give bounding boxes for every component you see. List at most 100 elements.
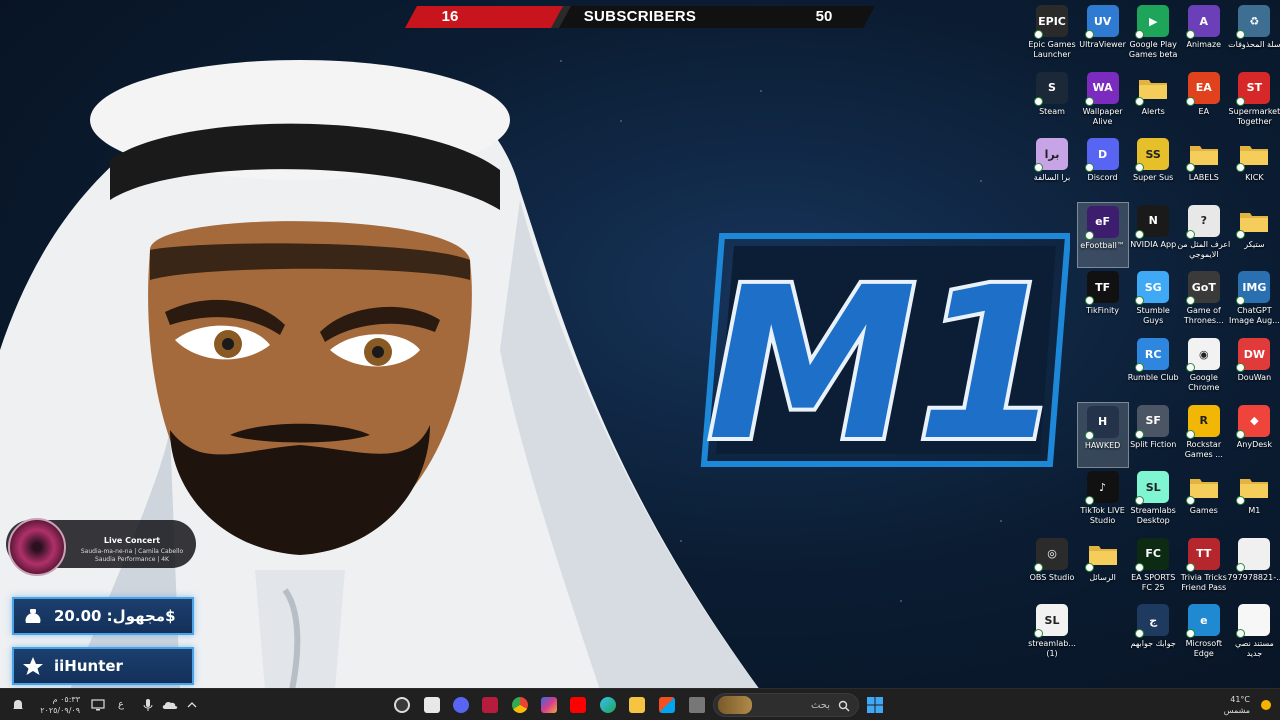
desktop-icon-label: الرسائل xyxy=(1089,572,1116,582)
desktop-icon-streamlabs[interactable]: SL streamlab... (1) xyxy=(1026,601,1078,667)
desktop-icon-super-sus[interactable]: SS Super Sus xyxy=(1127,135,1179,201)
subscriber-counter: 16 SUBSCRIBERS 50 xyxy=(405,6,875,28)
display-icon[interactable] xyxy=(86,693,110,717)
desktop-icon-image-file[interactable]: IMG ChatGPT Image Aug... xyxy=(1228,268,1280,334)
sync-status-icon xyxy=(1135,296,1145,306)
start-button[interactable] xyxy=(863,693,887,717)
supermarket-together-icon: ST xyxy=(1236,71,1271,106)
weather-temperature[interactable]: 41°C xyxy=(1222,695,1250,704)
taskbar-search-box[interactable]: بحث xyxy=(713,693,859,717)
microphone-icon[interactable] xyxy=(136,693,160,717)
notification-icon[interactable] xyxy=(6,693,30,717)
folder-icon xyxy=(1185,471,1220,506)
desktop-icon-animaze[interactable]: A Animaze xyxy=(1178,2,1230,68)
desktop-icon-label: Games xyxy=(1189,506,1218,516)
desktop-icon-obs[interactable]: ◎ OBS Studio xyxy=(1026,535,1078,601)
follower-alert: iiHunter xyxy=(12,647,194,685)
desktop-icon-ultraviewer[interactable]: UV UltraViewer xyxy=(1077,2,1129,68)
desktop-icon-streamlabs[interactable]: SL Streamlabs Desktop xyxy=(1127,468,1179,534)
desktop-icon-supermarket-together[interactable]: ST Supermarket Together xyxy=(1228,69,1280,135)
sync-status-icon xyxy=(1084,96,1094,106)
sync-status-icon xyxy=(1135,496,1145,506)
desktop-icon-game-shortcut[interactable]: ج جوابك جوابهم xyxy=(1127,601,1179,667)
m1-logo: M1 xyxy=(700,233,1070,468)
subscriber-label: SUBSCRIBERS xyxy=(583,8,697,25)
desktop-icon-chrome[interactable]: ◉ Google Chrome xyxy=(1178,335,1230,401)
desktop-icon-document[interactable]: 797978821-... xyxy=(1227,535,1280,601)
desktop-icon-wallpaper-alive[interactable]: WA Wallpaper Alive xyxy=(1077,69,1129,135)
sync-status-icon xyxy=(1034,562,1043,572)
onedrive-cloud-icon[interactable] xyxy=(158,693,182,717)
desktop-icon-discord[interactable]: D Discord xyxy=(1077,135,1129,201)
taskbar-app-tiktok-live[interactable] xyxy=(478,693,502,717)
desktop-icon-tiktok-live[interactable]: ♪ TikTok LIVE Studio xyxy=(1077,468,1129,534)
sync-status-icon xyxy=(1135,363,1145,372)
weather-description[interactable]: مشمس xyxy=(1212,706,1250,715)
taskbar-app-store[interactable] xyxy=(655,693,679,717)
desktop-icon-folder[interactable]: LABELS xyxy=(1178,135,1230,201)
desktop-icon-label: OBS Studio xyxy=(1029,572,1075,582)
weather-sun-icon[interactable] xyxy=(1254,693,1278,717)
desktop-icon-folder[interactable]: ستيكر xyxy=(1228,202,1280,268)
donation-text: مجهول: 20.00$ xyxy=(54,607,176,625)
desktop-icon-label: Steam xyxy=(1039,106,1065,116)
anydesk-icon: ◆ xyxy=(1236,404,1271,439)
desktop-icon-anydesk[interactable]: ◆ AnyDesk xyxy=(1228,402,1280,468)
chevron-up-icon[interactable] xyxy=(180,693,204,717)
recycle-bin-icon: ♻ xyxy=(1236,5,1271,39)
taskbar-app-chrome[interactable] xyxy=(508,693,532,717)
desktop-icon-folder[interactable]: M1 xyxy=(1228,468,1280,534)
desktop-icon-google-play-games[interactable]: ▶ Google Play Games beta xyxy=(1127,2,1179,68)
desktop-icon-trivia-tricks[interactable]: TT Trivia Tricks Friend Pass xyxy=(1178,535,1230,601)
desktop-icon-folder[interactable]: KICK xyxy=(1228,135,1280,201)
desktop-icon-game-shortcut[interactable]: برا برا السالفة xyxy=(1026,135,1078,201)
desktop-icon-douwan[interactable]: DW DouWan xyxy=(1228,335,1280,401)
donation-alert: مجهول: 20.00$ xyxy=(12,597,194,635)
desktop-icon-stumble-guys[interactable]: SG Stumble Guys xyxy=(1127,268,1179,334)
sync-status-icon xyxy=(1084,430,1094,440)
desktop-icon-label: UltraViewer xyxy=(1079,40,1126,49)
desktop-icon-label: Discord xyxy=(1087,173,1118,183)
desktop-icon-tikfinity[interactable]: TF TikFinity xyxy=(1077,268,1129,334)
desktop-icon-label: HAWKED xyxy=(1084,440,1121,450)
taskbar-app-task-view[interactable] xyxy=(685,693,709,717)
taskbar-app-youtube[interactable] xyxy=(566,693,590,717)
tiktok-live-icon: ♪ xyxy=(1084,471,1119,506)
star-icon xyxy=(22,655,44,677)
clock-time[interactable]: ٠٥:٣٣ م xyxy=(38,695,80,704)
desktop-icon-epic-games[interactable]: EPIC Epic Games Launcher xyxy=(1026,2,1078,68)
desktop-icon-ea[interactable]: EA EA xyxy=(1178,69,1230,135)
taskbar-app-streamlabs[interactable] xyxy=(420,693,444,717)
epic-games-icon: EPIC xyxy=(1034,5,1068,39)
taskbar-app-discord[interactable] xyxy=(449,693,473,717)
chrome-icon: ◉ xyxy=(1185,338,1220,372)
desktop-icon-folder[interactable]: Alerts xyxy=(1127,69,1179,135)
desktop-icon-text-document[interactable]: مستند نصي جديد xyxy=(1228,601,1280,667)
desktop-icon-rockstar[interactable]: R Rockstar Games ... xyxy=(1178,402,1230,468)
document-icon xyxy=(1236,537,1271,572)
game-of-thrones-icon: GoT xyxy=(1185,271,1220,306)
desktop-icon-rumble-club[interactable]: RC Rumble Club xyxy=(1127,335,1179,401)
sync-status-icon xyxy=(1034,629,1043,639)
desktop-icon-steam[interactable]: S Steam xyxy=(1026,69,1078,135)
desktop-icon-recycle-bin[interactable]: ♻ سلة المحذوفات xyxy=(1228,2,1280,68)
desktop-icon-edge[interactable]: e Microsoft Edge xyxy=(1178,601,1230,667)
taskbar-app-obs[interactable] xyxy=(390,693,414,717)
desktop-icon-split-fiction[interactable]: SF Split Fiction xyxy=(1127,402,1179,468)
desktop-icon-ea-fc[interactable]: FC EA SPORTS FC 25 xyxy=(1127,535,1179,601)
taskbar-app-file-explorer[interactable] xyxy=(625,693,649,717)
desktop-icon-folder[interactable]: الرسائل xyxy=(1077,535,1129,601)
taskbar-app-copilot[interactable] xyxy=(537,693,561,717)
desktop-icon-nvidia[interactable]: N NVIDIA App xyxy=(1127,202,1179,268)
language-indicator[interactable]: ع xyxy=(118,699,124,710)
desktop-icon-efootball[interactable]: eF eFootball™ xyxy=(1076,201,1129,268)
sync-status-icon xyxy=(1084,230,1094,240)
desktop-icon-emoji-game[interactable]: ? اعرف المثل من الايموجي xyxy=(1177,202,1230,268)
taskbar-app-edge[interactable] xyxy=(596,693,620,717)
desktop-icon-game-of-thrones[interactable]: GoT Game of Thrones... xyxy=(1178,268,1230,334)
nvidia-icon: N xyxy=(1135,204,1170,239)
streamlabs-icon: SL xyxy=(1135,471,1170,506)
clock-date[interactable]: ٢٠٢٥/٠٩/٠٩ xyxy=(28,706,80,715)
desktop-icon-folder[interactable]: Games xyxy=(1178,468,1230,534)
desktop-icon-hawked[interactable]: H HAWKED xyxy=(1076,401,1129,468)
